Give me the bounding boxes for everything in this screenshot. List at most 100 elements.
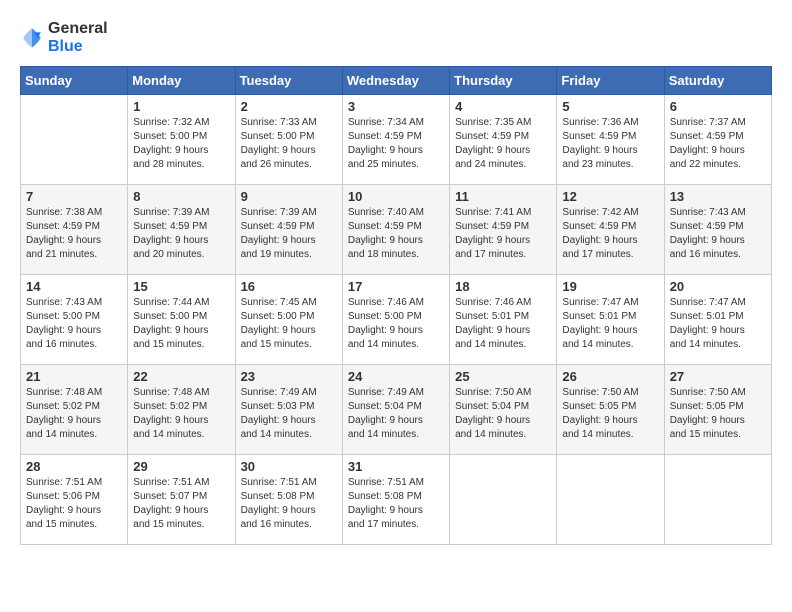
day-info: Sunrise: 7:49 AM Sunset: 5:04 PM Dayligh… xyxy=(348,386,444,442)
calendar-cell: 21 Sunrise: 7:48 AM Sunset: 5:02 PM Dayli… xyxy=(21,365,128,455)
calendar-cell: 16 Sunrise: 7:45 AM Sunset: 5:00 PM Dayli… xyxy=(235,275,342,365)
day-number: 27 xyxy=(670,369,766,384)
day-info: Sunrise: 7:51 AM Sunset: 5:06 PM Dayligh… xyxy=(26,476,122,532)
day-header-monday: Monday xyxy=(128,67,235,95)
day-header-wednesday: Wednesday xyxy=(342,67,449,95)
day-info: Sunrise: 7:46 AM Sunset: 5:00 PM Dayligh… xyxy=(348,296,444,352)
calendar-cell: 30 Sunrise: 7:51 AM Sunset: 5:08 PM Dayli… xyxy=(235,455,342,545)
day-number: 20 xyxy=(670,279,766,294)
day-number: 14 xyxy=(26,279,122,294)
calendar-header-row: SundayMondayTuesdayWednesdayThursdayFrid… xyxy=(21,67,772,95)
day-number: 31 xyxy=(348,459,444,474)
calendar-cell xyxy=(557,455,664,545)
calendar-cell: 1 Sunrise: 7:32 AM Sunset: 5:00 PM Daylig… xyxy=(128,95,235,185)
day-info: Sunrise: 7:39 AM Sunset: 4:59 PM Dayligh… xyxy=(133,206,229,262)
calendar-cell: 3 Sunrise: 7:34 AM Sunset: 4:59 PM Daylig… xyxy=(342,95,449,185)
day-info: Sunrise: 7:34 AM Sunset: 4:59 PM Dayligh… xyxy=(348,116,444,172)
day-number: 16 xyxy=(241,279,337,294)
calendar-cell: 29Sunrise: 7:51 AM Sunset: 5:07 PM Dayli… xyxy=(128,455,235,545)
calendar-cell xyxy=(450,455,557,545)
calendar-cell xyxy=(21,95,128,185)
day-info: Sunrise: 7:47 AM Sunset: 5:01 PM Dayligh… xyxy=(670,296,766,352)
calendar-cell: 17 Sunrise: 7:46 AM Sunset: 5:00 PM Dayli… xyxy=(342,275,449,365)
calendar-cell: 14 Sunrise: 7:43 AM Sunset: 5:00 PM Dayli… xyxy=(21,275,128,365)
day-number: 1 xyxy=(133,99,229,114)
day-number: 25 xyxy=(455,369,551,384)
calendar-cell: 5 Sunrise: 7:36 AM Sunset: 4:59 PM Daylig… xyxy=(557,95,664,185)
calendar-cell: 19 Sunrise: 7:47 AM Sunset: 5:01 PM Dayli… xyxy=(557,275,664,365)
calendar-cell: 7Sunrise: 7:38 AM Sunset: 4:59 PM Daylig… xyxy=(21,185,128,275)
calendar-week-row: 21 Sunrise: 7:48 AM Sunset: 5:02 PM Dayli… xyxy=(21,365,772,455)
calendar-week-row: 1 Sunrise: 7:32 AM Sunset: 5:00 PM Daylig… xyxy=(21,95,772,185)
calendar-cell: 8 Sunrise: 7:39 AM Sunset: 4:59 PM Daylig… xyxy=(128,185,235,275)
day-number: 30 xyxy=(241,459,337,474)
day-info: Sunrise: 7:48 AM Sunset: 5:02 PM Dayligh… xyxy=(133,386,229,442)
calendar-table: SundayMondayTuesdayWednesdayThursdayFrid… xyxy=(20,66,772,545)
calendar-cell: 27 Sunrise: 7:50 AM Sunset: 5:05 PM Dayli… xyxy=(664,365,771,455)
calendar-week-row: 14 Sunrise: 7:43 AM Sunset: 5:00 PM Dayli… xyxy=(21,275,772,365)
day-info: Sunrise: 7:36 AM Sunset: 4:59 PM Dayligh… xyxy=(562,116,658,172)
calendar-cell: 4Sunrise: 7:35 AM Sunset: 4:59 PM Daylig… xyxy=(450,95,557,185)
day-number: 15 xyxy=(133,279,229,294)
day-info: Sunrise: 7:43 AM Sunset: 4:59 PM Dayligh… xyxy=(670,206,766,262)
calendar-cell: 12Sunrise: 7:42 AM Sunset: 4:59 PM Dayli… xyxy=(557,185,664,275)
calendar-cell: 24 Sunrise: 7:49 AM Sunset: 5:04 PM Dayli… xyxy=(342,365,449,455)
day-info: Sunrise: 7:40 AM Sunset: 4:59 PM Dayligh… xyxy=(348,206,444,262)
calendar-cell: 9Sunrise: 7:39 AM Sunset: 4:59 PM Daylig… xyxy=(235,185,342,275)
day-number: 2 xyxy=(241,99,337,114)
day-header-sunday: Sunday xyxy=(21,67,128,95)
day-number: 4 xyxy=(455,99,551,114)
day-info: Sunrise: 7:41 AM Sunset: 4:59 PM Dayligh… xyxy=(455,206,551,262)
day-info: Sunrise: 7:48 AM Sunset: 5:02 PM Dayligh… xyxy=(26,386,122,442)
day-info: Sunrise: 7:33 AM Sunset: 5:00 PM Dayligh… xyxy=(241,116,337,172)
day-number: 11 xyxy=(455,189,551,204)
day-number: 8 xyxy=(133,189,229,204)
day-info: Sunrise: 7:51 AM Sunset: 5:08 PM Dayligh… xyxy=(241,476,337,532)
day-number: 19 xyxy=(562,279,658,294)
calendar-cell: 26Sunrise: 7:50 AM Sunset: 5:05 PM Dayli… xyxy=(557,365,664,455)
day-info: Sunrise: 7:38 AM Sunset: 4:59 PM Dayligh… xyxy=(26,206,122,262)
day-header-saturday: Saturday xyxy=(664,67,771,95)
day-number: 21 xyxy=(26,369,122,384)
day-info: Sunrise: 7:32 AM Sunset: 5:00 PM Dayligh… xyxy=(133,116,229,172)
day-info: Sunrise: 7:51 AM Sunset: 5:08 PM Dayligh… xyxy=(348,476,444,532)
day-info: Sunrise: 7:37 AM Sunset: 4:59 PM Dayligh… xyxy=(670,116,766,172)
day-number: 9 xyxy=(241,189,337,204)
day-header-friday: Friday xyxy=(557,67,664,95)
day-header-thursday: Thursday xyxy=(450,67,557,95)
day-info: Sunrise: 7:51 AM Sunset: 5:07 PM Dayligh… xyxy=(133,476,229,532)
day-info: Sunrise: 7:46 AM Sunset: 5:01 PM Dayligh… xyxy=(455,296,551,352)
calendar-cell: 6 Sunrise: 7:37 AM Sunset: 4:59 PM Daylig… xyxy=(664,95,771,185)
page-header: General Blue xyxy=(20,20,772,56)
day-number: 6 xyxy=(670,99,766,114)
calendar-cell xyxy=(664,455,771,545)
calendar-cell: 28Sunrise: 7:51 AM Sunset: 5:06 PM Dayli… xyxy=(21,455,128,545)
day-number: 3 xyxy=(348,99,444,114)
day-number: 13 xyxy=(670,189,766,204)
calendar-cell: 11 Sunrise: 7:41 AM Sunset: 4:59 PM Dayli… xyxy=(450,185,557,275)
day-info: Sunrise: 7:45 AM Sunset: 5:00 PM Dayligh… xyxy=(241,296,337,352)
calendar-cell: 2 Sunrise: 7:33 AM Sunset: 5:00 PM Daylig… xyxy=(235,95,342,185)
calendar-cell: 31 Sunrise: 7:51 AM Sunset: 5:08 PM Dayli… xyxy=(342,455,449,545)
calendar-cell: 13 Sunrise: 7:43 AM Sunset: 4:59 PM Dayli… xyxy=(664,185,771,275)
day-info: Sunrise: 7:43 AM Sunset: 5:00 PM Dayligh… xyxy=(26,296,122,352)
calendar-cell: 25Sunrise: 7:50 AM Sunset: 5:04 PM Dayli… xyxy=(450,365,557,455)
calendar-cell: 10Sunrise: 7:40 AM Sunset: 4:59 PM Dayli… xyxy=(342,185,449,275)
day-number: 5 xyxy=(562,99,658,114)
calendar-cell: 20 Sunrise: 7:47 AM Sunset: 5:01 PM Dayli… xyxy=(664,275,771,365)
calendar-week-row: 7Sunrise: 7:38 AM Sunset: 4:59 PM Daylig… xyxy=(21,185,772,275)
day-number: 23 xyxy=(241,369,337,384)
day-info: Sunrise: 7:44 AM Sunset: 5:00 PM Dayligh… xyxy=(133,296,229,352)
logo: General Blue xyxy=(20,20,108,56)
logo-icon xyxy=(20,26,44,50)
logo-text: General Blue xyxy=(48,20,108,56)
day-number: 26 xyxy=(562,369,658,384)
calendar-cell: 22Sunrise: 7:48 AM Sunset: 5:02 PM Dayli… xyxy=(128,365,235,455)
calendar-cell: 15 Sunrise: 7:44 AM Sunset: 5:00 PM Dayli… xyxy=(128,275,235,365)
day-number: 12 xyxy=(562,189,658,204)
day-info: Sunrise: 7:47 AM Sunset: 5:01 PM Dayligh… xyxy=(562,296,658,352)
day-number: 17 xyxy=(348,279,444,294)
day-info: Sunrise: 7:50 AM Sunset: 5:05 PM Dayligh… xyxy=(670,386,766,442)
day-number: 18 xyxy=(455,279,551,294)
day-number: 24 xyxy=(348,369,444,384)
